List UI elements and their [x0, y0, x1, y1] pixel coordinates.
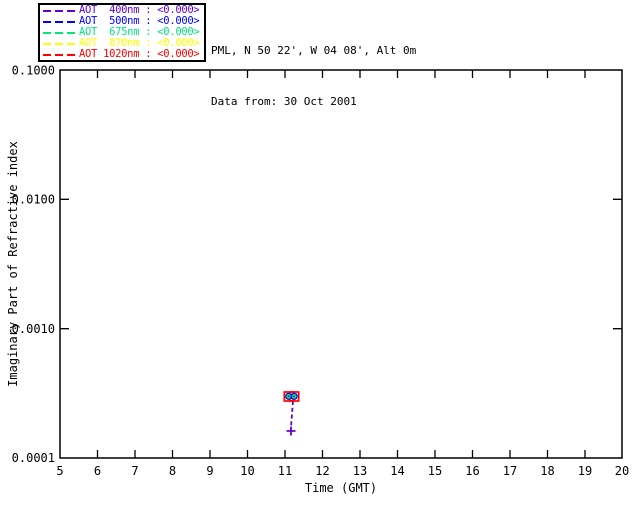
x-tick-label: 7 — [131, 464, 138, 478]
y-axis-title: Imaginary Part of Refractive index — [6, 141, 20, 387]
y-tick-label: 0.0001 — [12, 451, 55, 465]
y-axis-ticks-left — [60, 198, 69, 330]
x-tick-label: 8 — [169, 464, 176, 478]
x-tick-label: 19 — [578, 464, 592, 478]
chart-area: 0.1000 0.0100 0.0010 0.0001 5 6 7 8 9 10… — [6, 64, 629, 496]
x-tick-label: 20 — [615, 464, 629, 478]
x-tick-label: 5 — [56, 464, 63, 478]
x-tick-label: 14 — [390, 464, 404, 478]
data-point-cluster — [283, 391, 300, 402]
plot-frame — [59, 69, 623, 459]
y-axis-ticks-right — [613, 198, 622, 330]
x-axis-ticks-top — [96, 70, 586, 78]
plus-marker — [286, 426, 296, 436]
x-axis-title: Time (GMT) — [305, 481, 377, 495]
x-tick-label: 10 — [240, 464, 254, 478]
x-tick-label: 12 — [315, 464, 329, 478]
dot-marker-400nm — [287, 395, 290, 398]
x-tick-label: 11 — [278, 464, 292, 478]
x-tick-label: 9 — [206, 464, 213, 478]
series-400nm-dashed-line — [290, 400, 294, 428]
x-axis-ticks-bottom — [96, 450, 586, 458]
x-tick-label: 17 — [503, 464, 517, 478]
plot-page: AOT 400nm : <0.000> AOT 500nm : <0.000> … — [0, 0, 640, 512]
x-tick-label: 15 — [428, 464, 442, 478]
series-400nm — [286, 400, 296, 436]
x-tick-label: 16 — [465, 464, 479, 478]
dot-marker-400nm — [293, 395, 296, 398]
x-tick-label: 13 — [353, 464, 367, 478]
x-tick-label: 18 — [540, 464, 554, 478]
y-tick-label: 0.1000 — [12, 64, 55, 78]
x-tick-label: 6 — [94, 464, 101, 478]
